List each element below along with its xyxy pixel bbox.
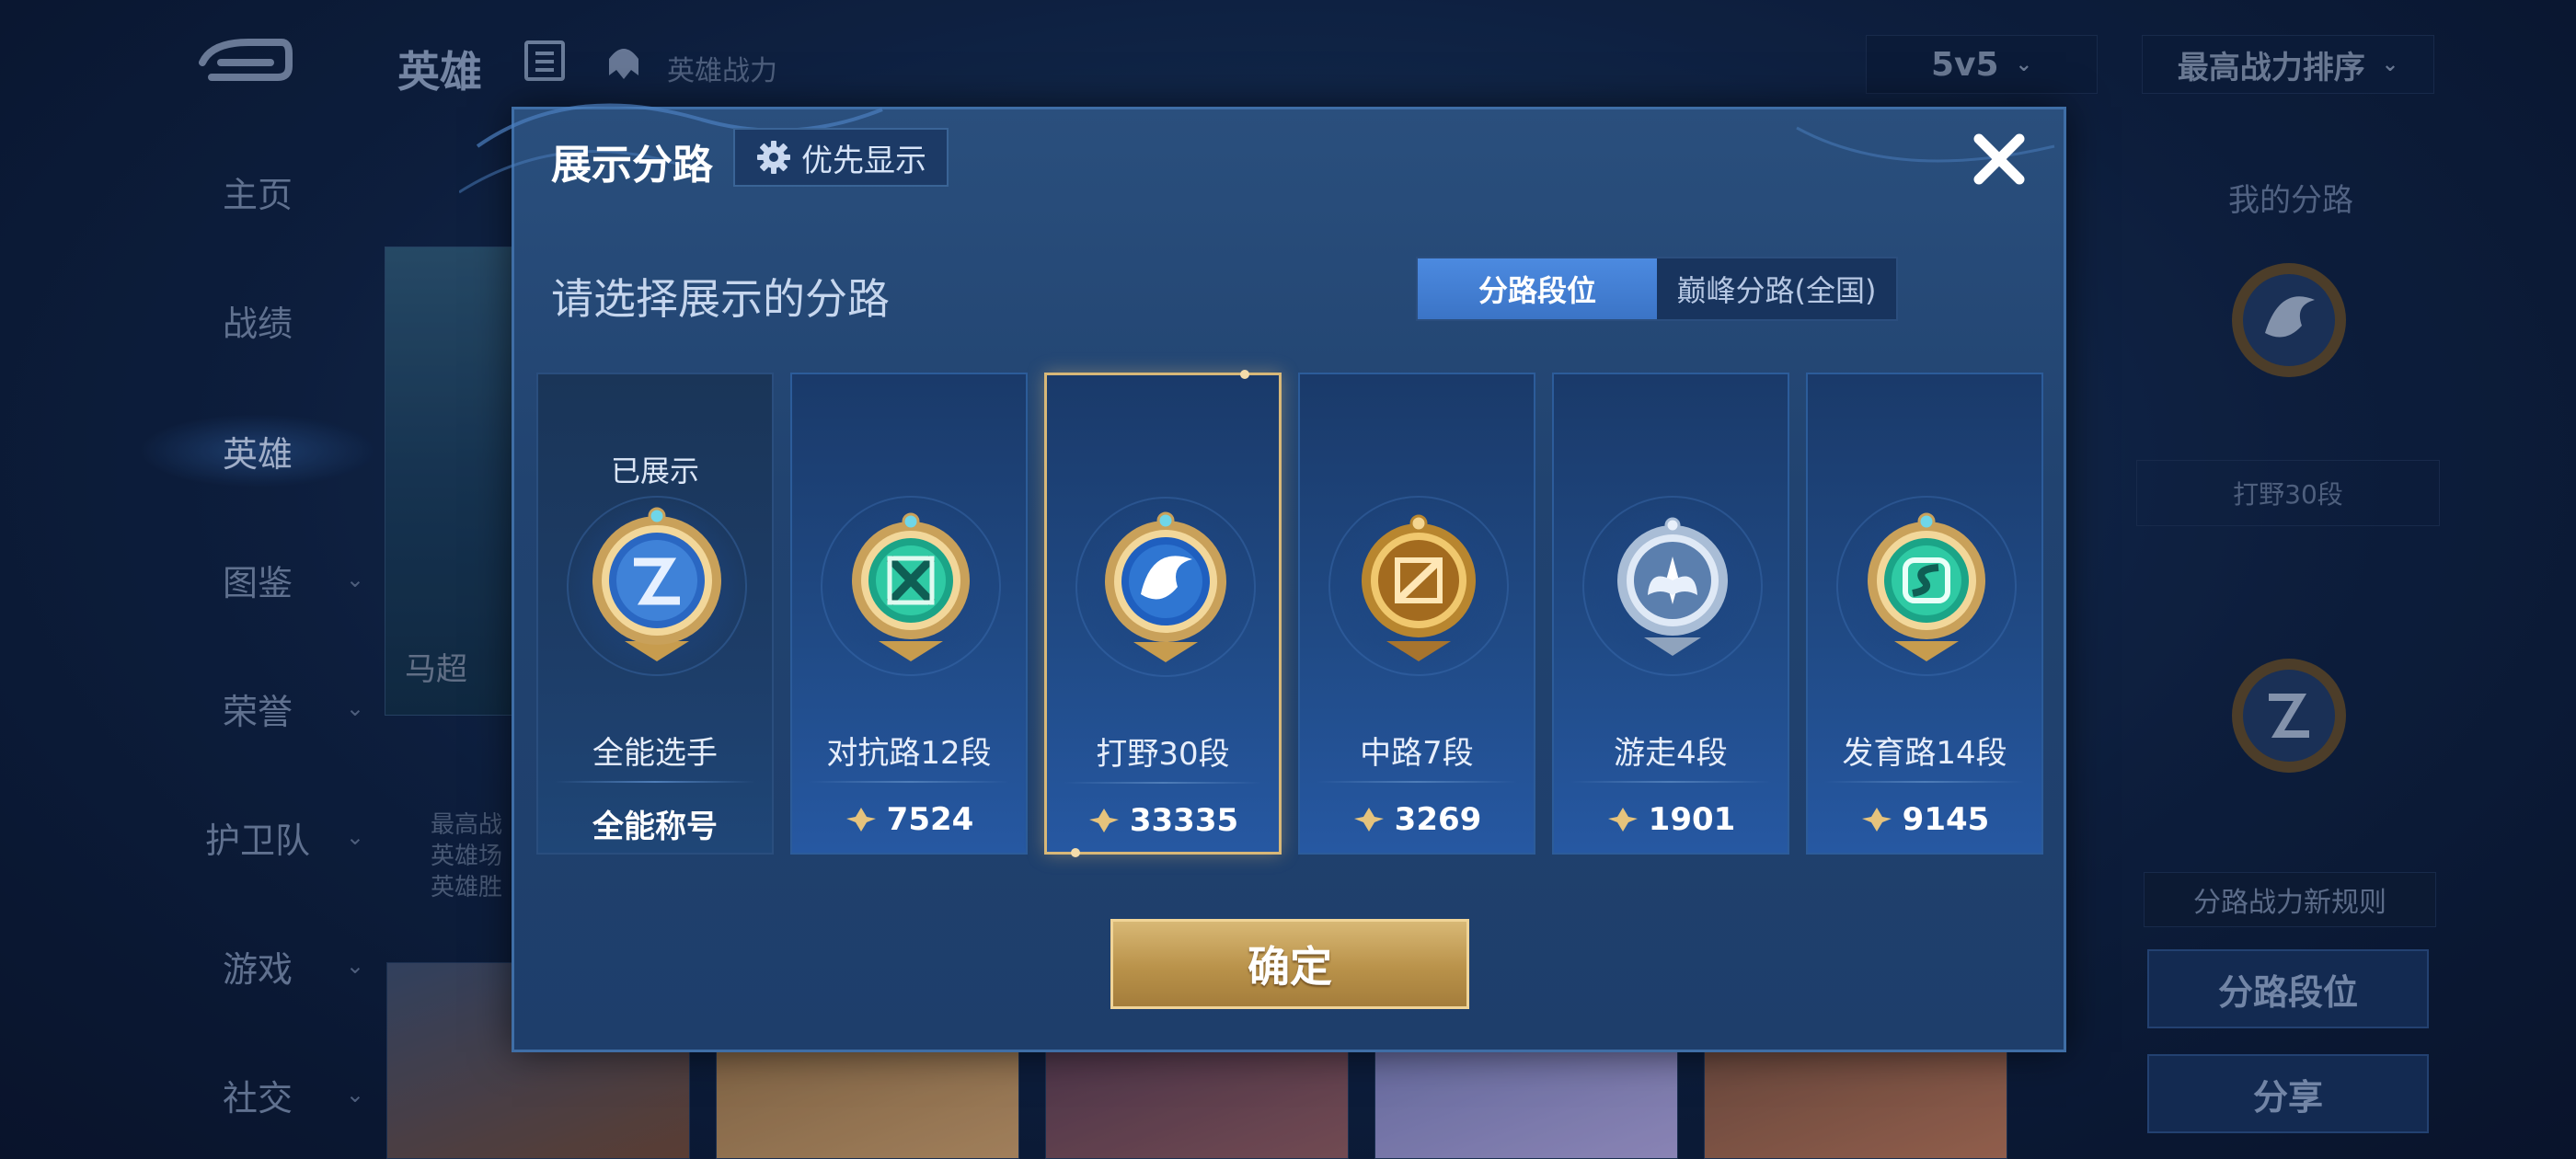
divider <box>1824 781 2025 783</box>
divider <box>1317 781 1517 783</box>
lane-card-label: 对抗路12段 <box>826 735 992 772</box>
badge-wrap <box>1328 496 1509 676</box>
lane-card-label: 发育路14段 <box>1842 735 2007 772</box>
badge-wrap <box>1836 496 2017 676</box>
close-button[interactable] <box>1966 126 2032 192</box>
lane-card-clash[interactable]: 对抗路12段 7524 <box>790 373 1028 855</box>
lane-card-value: 9145 <box>1808 801 2041 838</box>
divider <box>1064 782 1262 784</box>
lane-card-label: 打野30段 <box>1096 736 1230 773</box>
all-round-title: 全能称号 <box>592 809 718 845</box>
corner-dot <box>1071 848 1080 857</box>
lane-card-jungle[interactable]: 打野30段 33335 <box>1044 370 1282 857</box>
badge-wrap <box>1075 497 1256 677</box>
gear-icon <box>757 141 790 174</box>
lane-card-value: 3269 <box>1300 801 1534 838</box>
all-round-badge-icon <box>592 507 721 661</box>
lane-power-value: 9145 <box>1902 801 1990 838</box>
lane-card-all-round[interactable]: 已展示 全能选手 全能称号 <box>536 373 774 855</box>
lane-power-value: 1901 <box>1648 801 1736 838</box>
modal-title: 展示分路 <box>551 142 713 189</box>
lane-card-roam[interactable]: 游走4段 1901 <box>1552 373 1789 855</box>
lane-card-value: 33335 <box>1047 802 1279 839</box>
priority-display-label: 优先显示 <box>801 142 926 179</box>
badge-wrap <box>821 496 1001 676</box>
divider <box>809 781 1009 783</box>
badge-wrap <box>1582 496 1763 676</box>
clash-lane-badge-icon <box>852 512 970 661</box>
mid-lane-badge-icon <box>1362 514 1476 661</box>
power-icon <box>1607 808 1638 832</box>
divider <box>1570 781 1771 783</box>
priority-display-button[interactable]: 优先显示 <box>733 128 949 187</box>
lane-power-value: 3269 <box>1394 801 1482 838</box>
power-icon <box>1353 808 1384 832</box>
badge-wrap <box>567 496 747 676</box>
lane-card-label: 全能选手 <box>592 735 718 772</box>
roam-badge-icon <box>1617 517 1728 656</box>
tab-lane-rank[interactable]: 分路段位 <box>1418 258 1657 319</box>
lane-card-mid[interactable]: 中路7段 3269 <box>1298 373 1535 855</box>
lane-card-list: 已展示 全能选手 全能称号 对抗路12段 7524 打野30段 33335 中路… <box>536 370 2045 869</box>
corner-dot <box>1240 370 1249 379</box>
lane-card-value: 1901 <box>1554 801 1788 838</box>
close-icon <box>1973 133 2025 185</box>
lane-power-value: 7524 <box>886 801 974 838</box>
lane-card-value: 全能称号 <box>538 801 772 846</box>
lane-card-value: 7524 <box>792 801 1026 838</box>
modal-subtitle: 请选择展示的分路 <box>551 274 890 324</box>
confirm-button[interactable]: 确定 <box>1110 919 1469 1009</box>
lane-card-label: 游走4段 <box>1614 735 1728 772</box>
lane-tabs: 分路段位 巅峰分路(全国) <box>1416 257 1898 321</box>
power-icon <box>1088 809 1119 832</box>
farm-lane-badge-icon <box>1868 512 1985 661</box>
power-icon <box>1861 808 1892 832</box>
power-icon <box>845 808 876 832</box>
lane-card-label: 中路7段 <box>1360 735 1474 772</box>
lane-card-farm[interactable]: 发育路14段 9145 <box>1806 373 2043 855</box>
tab-peak-lane-national[interactable]: 巅峰分路(全国) <box>1657 258 1896 319</box>
divider <box>555 781 755 783</box>
jungle-badge-icon <box>1105 511 1226 662</box>
shown-status: 已展示 <box>610 453 699 488</box>
lane-power-value: 33335 <box>1129 802 1239 839</box>
lane-display-modal: 展示分路 优先显示 请选择展示的分路 分路段位 巅峰分路(全国) 已展示 全能选… <box>459 103 2066 1052</box>
